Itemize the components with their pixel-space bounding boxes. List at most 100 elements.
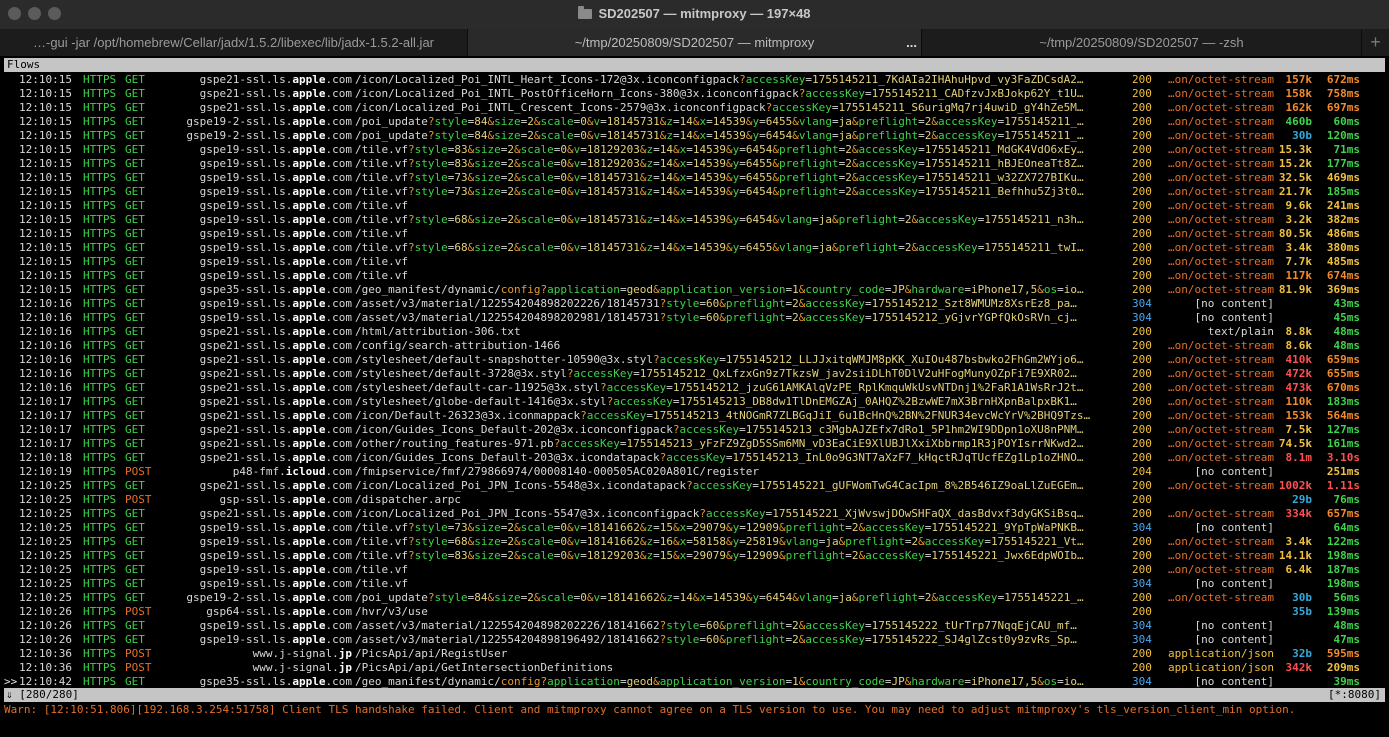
flow-row[interactable]: 12:10:16 HTTPS GET gspe21-ssl.ls.apple.com /… — [4, 381, 1385, 395]
path-segment: 14539 — [692, 143, 726, 156]
flow-row[interactable]: 12:10:15 HTTPS GET gspe19-ssl.ls.apple.com /… — [4, 269, 1385, 283]
flow-row[interactable]: 12:10:16 HTTPS GET gspe21-ssl.ls.apple.com /… — [4, 367, 1385, 381]
path-segment: /poi_update — [355, 115, 428, 128]
flow-row[interactable]: 12:10:16 HTTPS GET gspe21-ssl.ls.apple.com /… — [4, 353, 1385, 367]
flow-row[interactable]: 12:10:15 HTTPS GET gspe19-ssl.ls.apple.com /… — [4, 213, 1385, 227]
path-segment: config — [500, 675, 541, 688]
flow-row[interactable]: 12:10:15 HTTPS GET gspe19-2-ssl.ls.apple.co… — [4, 115, 1385, 129]
flow-row[interactable]: 12:10:15 HTTPS GET gspe19-ssl.ls.apple.com /… — [4, 241, 1385, 255]
flow-size: 7.5k — [1285, 423, 1313, 436]
tab-zsh[interactable]: ~/tmp/20250809/SD202507 — -zsh — [922, 29, 1362, 56]
path-segment: & — [792, 591, 799, 604]
flow-method: POST — [125, 647, 152, 660]
path-segment: /PicsApi/api/RegistUser — [355, 647, 508, 660]
host-suffix: .com — [325, 157, 353, 170]
flow-row[interactable]: 12:10:26 HTTPS GET gspe19-ssl.ls.apple.com /… — [4, 633, 1385, 647]
flow-row[interactable]: 12:10:25 HTTPS GET gspe21-ssl.ls.apple.com /… — [4, 507, 1385, 521]
path-segment: = — [752, 479, 759, 492]
flow-row[interactable]: 12:10:15 HTTPS GET gspe35-ssl.ls.apple.com /… — [4, 283, 1385, 297]
flow-row[interactable]: 12:10:36 HTTPS POST www.j-signal.jp/PicsApi… — [4, 647, 1385, 661]
flow-row[interactable]: 12:10:17 HTTPS GET gspe21-ssl.ls.apple.com /… — [4, 409, 1385, 423]
flow-row[interactable]: 12:10:15 HTTPS GET gspe21-ssl.ls.apple.com /… — [4, 73, 1385, 87]
path-segment: /html/attribution-306.txt — [355, 325, 521, 338]
path-segment: size — [494, 115, 521, 128]
flow-status: 200 — [1132, 549, 1152, 562]
flow-row[interactable]: 12:10:15 HTTPS GET gspe19-ssl.ls.apple.com /… — [4, 157, 1385, 171]
flow-row[interactable]: 12:10:16 HTTPS GET gspe21-ssl.ls.apple.com /… — [4, 339, 1385, 353]
flow-time: 12:10:16 — [19, 325, 72, 338]
path-segment: country_code — [805, 675, 885, 688]
host-suffix: .com — [325, 507, 353, 520]
flow-time: 12:10:15 — [19, 199, 72, 212]
path-segment: hardware — [911, 283, 965, 296]
host-prefix: gspe19-ssl.ls. — [199, 633, 293, 646]
host-suffix: .com — [325, 129, 353, 142]
flow-host: www.j-signal.jp — [154, 661, 352, 675]
flow-method: GET — [125, 157, 145, 170]
path-segment: scale — [540, 129, 574, 142]
path-segment: vlang — [778, 213, 813, 226]
path-segment: /stylesheet/default-3728@3x.styl — [355, 367, 567, 380]
tab-jadx[interactable]: …-gui -jar /opt/homebrew/Cellar/jadx/1.5… — [0, 29, 468, 56]
flow-row[interactable]: 12:10:15 HTTPS GET gspe19-ssl.ls.apple.com /… — [4, 143, 1385, 157]
flow-row[interactable]: 12:10:25 HTTPS POST gsp-ssl.ls.apple.com/di… — [4, 493, 1385, 507]
path-segment: preflight — [838, 241, 899, 254]
path-segment: = — [633, 367, 640, 380]
flow-row[interactable]: 12:10:18 HTTPS GET gspe21-ssl.ls.apple.com /… — [4, 451, 1385, 465]
path-segment: 2 — [792, 311, 799, 324]
flow-row[interactable]: 12:10:25 HTTPS GET gspe19-ssl.ls.apple.com /… — [4, 521, 1385, 535]
flow-list[interactable]: 12:10:15 HTTPS GET gspe21-ssl.ls.apple.com /… — [4, 73, 1385, 689]
flow-row[interactable]: 12:10:26 HTTPS POST gsp64-ssl.ls.apple.com /… — [4, 605, 1385, 619]
new-tab-button[interactable]: + — [1362, 29, 1389, 56]
flow-row[interactable]: 12:10:17 HTTPS GET gspe21-ssl.ls.apple.com /… — [4, 395, 1385, 409]
path-segment: application_version — [659, 283, 786, 296]
flow-row[interactable]: 12:10:15 HTTPS GET gspe21-ssl.ls.apple.com /… — [4, 101, 1385, 115]
terminal-content[interactable]: Flows 12:10:15 HTTPS GET gspe21-ssl.ls.appl… — [4, 58, 1385, 718]
flow-content-type: …on/octet-stream — [1168, 451, 1274, 464]
path-segment: = — [725, 451, 733, 464]
flow-row[interactable]: 12:10:25 HTTPS GET gspe19-ssl.ls.apple.com /… — [4, 549, 1385, 563]
flow-path: /poi_update?style=84&size=2&scale=0&v=18… — [355, 591, 1128, 605]
path-segment: & — [672, 241, 680, 254]
flow-method: GET — [125, 451, 145, 464]
path-segment: accessKey — [586, 409, 647, 422]
flow-row[interactable]: 12:10:36 HTTPS POST www.j-signal.jp/PicsApi… — [4, 661, 1385, 675]
flow-row[interactable]: 12:10:26 HTTPS GET gspe19-ssl.ls.apple.com /… — [4, 619, 1385, 633]
flow-row[interactable]: 12:10:15 HTTPS GET gspe19-ssl.ls.apple.com /… — [4, 185, 1385, 199]
flow-status: 200 — [1132, 213, 1152, 226]
tab-mitmproxy[interactable]: ~/tmp/20250809/SD202507 — mitmproxy... — [468, 29, 922, 56]
flow-row[interactable]: 12:10:25 HTTPS GET gspe19-ssl.ls.apple.com /… — [4, 577, 1385, 591]
flow-content-type: …on/octet-stream — [1168, 591, 1274, 604]
path-segment: 1755145211_CADfzvJxBJokp62Y_t1U… — [871, 87, 1084, 100]
title-bar[interactable]: SD202507 — mitmproxy — 197×48 — [0, 0, 1389, 29]
flow-path: /tile.vf?style=73&size=2&scale=0&v=18145… — [355, 185, 1128, 199]
flow-time: 12:10:42 — [19, 675, 72, 688]
flow-row[interactable]: 12:10:15 HTTPS GET gspe21-ssl.ls.apple.com /… — [4, 87, 1385, 101]
flow-row[interactable]: 12:10:25 HTTPS GET gspe19-ssl.ls.apple.com /… — [4, 563, 1385, 577]
flow-row[interactable]: 12:10:16 HTTPS GET gspe21-ssl.ls.apple.com /… — [4, 325, 1385, 339]
path-segment: accessKey — [706, 507, 766, 520]
flow-row[interactable]: 12:10:16 HTTPS GET gspe19-ssl.ls.apple.com /… — [4, 311, 1385, 325]
flow-method: GET — [125, 339, 145, 352]
flow-time: 12:10:16 — [19, 381, 72, 394]
flow-row[interactable]: 12:10:25 HTTPS GET gspe19-2-ssl.ls.apple.co… — [4, 591, 1385, 605]
path-segment: accessKey — [937, 115, 998, 128]
flow-row[interactable]: 12:10:15 HTTPS GET gspe19-2-ssl.ls.apple.co… — [4, 129, 1385, 143]
path-segment: = — [719, 353, 726, 366]
tab-overflow-icon[interactable]: ... — [906, 29, 917, 56]
path-segment: /poi_update — [355, 129, 428, 142]
flow-row[interactable]: 12:10:16 HTTPS GET gspe19-ssl.ls.apple.com /… — [4, 297, 1385, 311]
flow-row[interactable]: 12:10:25 HTTPS GET gspe21-ssl.ls.apple.com /… — [4, 479, 1385, 493]
flow-row[interactable]: >> 12:10:42 HTTPS GET gspe35-ssl.ls.apple.co… — [4, 675, 1385, 689]
flow-row[interactable]: 12:10:15 HTTPS GET gspe19-ssl.ls.apple.com /… — [4, 171, 1385, 185]
flow-row[interactable]: 12:10:17 HTTPS GET gspe21-ssl.ls.apple.com /… — [4, 423, 1385, 437]
flow-row[interactable]: 12:10:17 HTTPS GET gspe21-ssl.ls.apple.com /… — [4, 437, 1385, 451]
flow-row[interactable]: 12:10:15 HTTPS GET gspe19-ssl.ls.apple.com /… — [4, 199, 1385, 213]
path-segment: 6455 — [745, 157, 773, 170]
flow-row[interactable]: 12:10:19 HTTPS POST p48-fmf.icloud.com/fmip… — [4, 465, 1385, 479]
flow-row[interactable]: 12:10:25 HTTPS GET gspe19-ssl.ls.apple.com /… — [4, 535, 1385, 549]
flow-row[interactable]: 12:10:15 HTTPS GET gspe19-ssl.ls.apple.com /… — [4, 227, 1385, 241]
flow-row[interactable]: 12:10:15 HTTPS GET gspe19-ssl.ls.apple.com /… — [4, 255, 1385, 269]
path-segment: style — [434, 129, 468, 142]
host-suffix: .com — [325, 381, 353, 394]
